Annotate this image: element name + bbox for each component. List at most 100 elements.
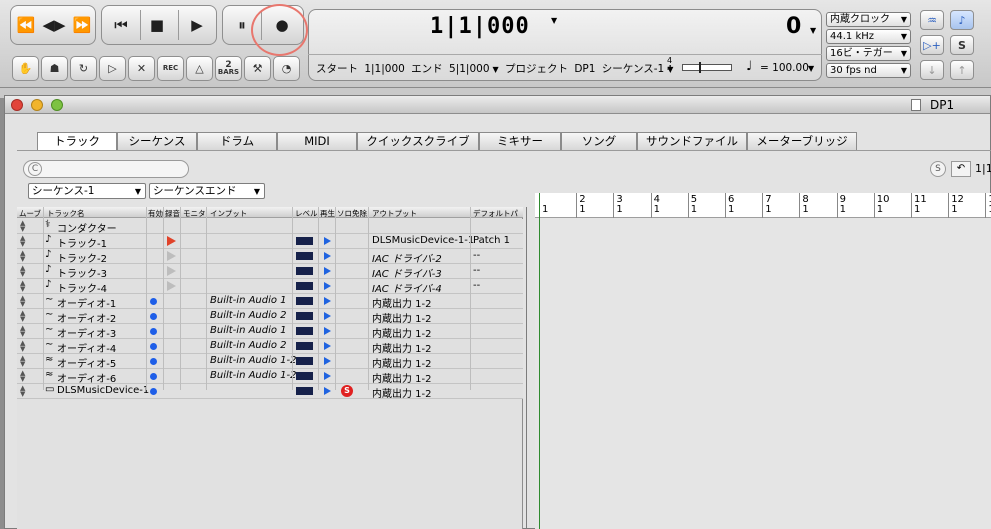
play-enable-icon[interactable]: [324, 282, 331, 290]
rewind-to-start-icon[interactable]: ⏮: [106, 10, 136, 40]
track-row[interactable]: ▲ ▼ ♪ トラック-4 IAC ドライバ-4 --: [17, 279, 523, 295]
track-output[interactable]: IAC ドライバ-2: [372, 250, 442, 265]
enable-dot-icon[interactable]: [150, 328, 157, 335]
header-input[interactable]: インプット: [210, 208, 247, 219]
track-output[interactable]: 内蔵出力 1-2: [372, 355, 432, 370]
track-row[interactable]: ▲ ▼ ♪ トラック-3 IAC ドライバ-3 --: [17, 264, 523, 280]
track-row[interactable]: ▲ ▼ ∼ オーディオ-2 Built-in Audio 2 内蔵出力 1-2: [17, 309, 523, 325]
track-row[interactable]: ▲ ▼ ♪ トラック-2 IAC ドライバ-2 --: [17, 249, 523, 265]
play-enable-icon[interactable]: [324, 357, 331, 365]
play-enable-icon[interactable]: [324, 342, 331, 350]
move-handle-icon[interactable]: ▲ ▼: [20, 220, 25, 233]
track-name[interactable]: トラック-3: [57, 265, 107, 280]
record-arm-icon[interactable]: [167, 236, 176, 246]
down-icon[interactable]: ↓: [920, 60, 944, 80]
track-name[interactable]: DLSMusicDevice-1: [57, 385, 149, 396]
tempo-slider[interactable]: [682, 62, 732, 73]
track-name[interactable]: トラック-1: [57, 235, 107, 250]
step-record-icon[interactable]: ✕: [128, 56, 155, 81]
punch-icon[interactable]: ✋: [12, 56, 39, 81]
overdub-icon[interactable]: ☗: [41, 56, 68, 81]
play-enable-icon[interactable]: [324, 387, 331, 395]
pane-divider[interactable]: [526, 207, 527, 529]
metronome-icon[interactable]: △: [186, 56, 213, 81]
enable-dot-icon[interactable]: [150, 343, 157, 350]
tab-tracks[interactable]: トラック: [37, 132, 117, 151]
countoff-button[interactable]: 2 BARS: [215, 56, 242, 81]
track-row[interactable]: ▲ ▼ ⚕ コンダクター: [17, 219, 523, 235]
header-track-name[interactable]: トラック名: [47, 208, 85, 219]
meter-signature[interactable]: 4 4: [667, 57, 672, 73]
play-enable-icon[interactable]: [324, 252, 331, 260]
counter-caret-icon[interactable]: ▼: [551, 16, 557, 25]
loop-icon[interactable]: ↻: [70, 56, 97, 81]
track-input[interactable]: Built-in Audio 1: [210, 295, 287, 306]
play-enable-icon[interactable]: [324, 327, 331, 335]
tab-meter-bridge[interactable]: メーターブリッジ: [747, 132, 857, 151]
default-patch[interactable]: Patch 1: [473, 235, 510, 246]
start-value[interactable]: 1|1|000: [364, 63, 404, 75]
play-enable-icon[interactable]: [324, 312, 331, 320]
track-output[interactable]: 内蔵出力 1-2: [372, 295, 432, 310]
rewind-fast-icon[interactable]: ⏪: [11, 10, 41, 40]
track-name[interactable]: オーディオ-2: [57, 310, 116, 325]
track-output[interactable]: 内蔵出力 1-2: [372, 310, 432, 325]
record-arm-icon[interactable]: [167, 266, 176, 276]
track-output[interactable]: 内蔵出力 1-2: [372, 385, 432, 400]
record-arm-icon[interactable]: [167, 251, 176, 261]
track-name[interactable]: オーディオ-6: [57, 370, 116, 385]
header-monitor[interactable]: モニタ: [183, 208, 206, 219]
clock-source-select[interactable]: 内蔵クロック ▼: [826, 12, 911, 27]
main-counter[interactable]: 1|1|000: [430, 14, 530, 39]
move-handle-icon[interactable]: ▲ ▼: [20, 295, 25, 308]
track-row[interactable]: ▲ ▼ ∼ オーディオ-3 Built-in Audio 1 内蔵出力 1-2: [17, 324, 523, 340]
sample-rate-select[interactable]: 44.1 kHz ▼: [826, 29, 911, 44]
tempo-caret-icon[interactable]: ▼: [808, 64, 814, 73]
header-play[interactable]: 再生: [320, 208, 335, 219]
clock-icon[interactable]: ◔: [273, 56, 300, 81]
sequence-value[interactable]: シーケンス-1: [602, 63, 664, 75]
track-output[interactable]: DLSMusicDevice-1-1: [372, 235, 474, 246]
enable-dot-icon[interactable]: [150, 388, 157, 395]
move-handle-icon[interactable]: ▲ ▼: [20, 325, 25, 338]
tab-soundfiles[interactable]: サウンドファイル: [637, 132, 747, 151]
move-handle-icon[interactable]: ▲ ▼: [20, 250, 25, 263]
track-output[interactable]: IAC ドライバ-4: [372, 280, 442, 295]
move-handle-icon[interactable]: ▲ ▼: [20, 280, 25, 293]
close-window-icon[interactable]: [11, 99, 23, 111]
sequence-end-popup[interactable]: シーケンスエンド ▼: [149, 183, 265, 199]
secondary-counter-caret-icon[interactable]: ▼: [810, 26, 816, 35]
move-handle-icon[interactable]: ▲ ▼: [20, 370, 25, 383]
bar-ruler[interactable]: 112131415161718191101111121131: [535, 193, 991, 218]
track-row[interactable]: ▲ ▼ ∼ オーディオ-1 Built-in Audio 1 内蔵出力 1-2: [17, 294, 523, 310]
default-patch[interactable]: --: [473, 265, 480, 276]
play-enable-icon[interactable]: [324, 372, 331, 380]
enable-dot-icon[interactable]: [150, 373, 157, 380]
search-input[interactable]: C: [23, 160, 189, 178]
track-output[interactable]: 内蔵出力 1-2: [372, 325, 432, 340]
sequence-popup[interactable]: シーケンス-1 ▼: [28, 183, 146, 199]
header-level[interactable]: レベル: [295, 208, 318, 219]
track-row[interactable]: ▲ ▼ ≈ オーディオ-6 Built-in Audio 1-2 内蔵出力 1-2: [17, 369, 523, 385]
track-name[interactable]: コンダクター: [57, 220, 117, 235]
header-default-patch[interactable]: デフォルトパ: [473, 208, 518, 219]
track-output[interactable]: IAC ドライバ-3: [372, 265, 442, 280]
playhead[interactable]: [539, 193, 540, 529]
fast-forward-icon[interactable]: ⏩: [67, 10, 97, 40]
secondary-counter[interactable]: 0: [786, 14, 801, 39]
move-handle-icon[interactable]: ▲ ▼: [20, 235, 25, 248]
header-solo-safe[interactable]: ソロ免除: [337, 208, 367, 219]
tab-quickscribe[interactable]: クイックスクライブ: [357, 132, 479, 151]
minimize-window-icon[interactable]: [31, 99, 43, 111]
track-row[interactable]: ▲ ▼ ♪ トラック-1 DLSMusicDevice-1-1 Patch 1: [17, 234, 523, 250]
track-row[interactable]: ▲ ▼ ▭ DLSMusicDevice-1 S 内蔵出力 1-2: [17, 384, 523, 400]
track-name[interactable]: トラック-2: [57, 250, 107, 265]
shuttle-icon[interactable]: ◀▶: [39, 10, 69, 40]
enable-dot-icon[interactable]: [150, 313, 157, 320]
track-output[interactable]: 内蔵出力 1-2: [372, 370, 432, 385]
track-input[interactable]: Built-in Audio 2: [210, 340, 287, 351]
tap-tempo-icon[interactable]: ⚒: [244, 56, 271, 81]
stop-icon[interactable]: ■: [142, 10, 172, 40]
track-output[interactable]: 内蔵出力 1-2: [372, 340, 432, 355]
move-handle-icon[interactable]: ▲ ▼: [20, 310, 25, 323]
